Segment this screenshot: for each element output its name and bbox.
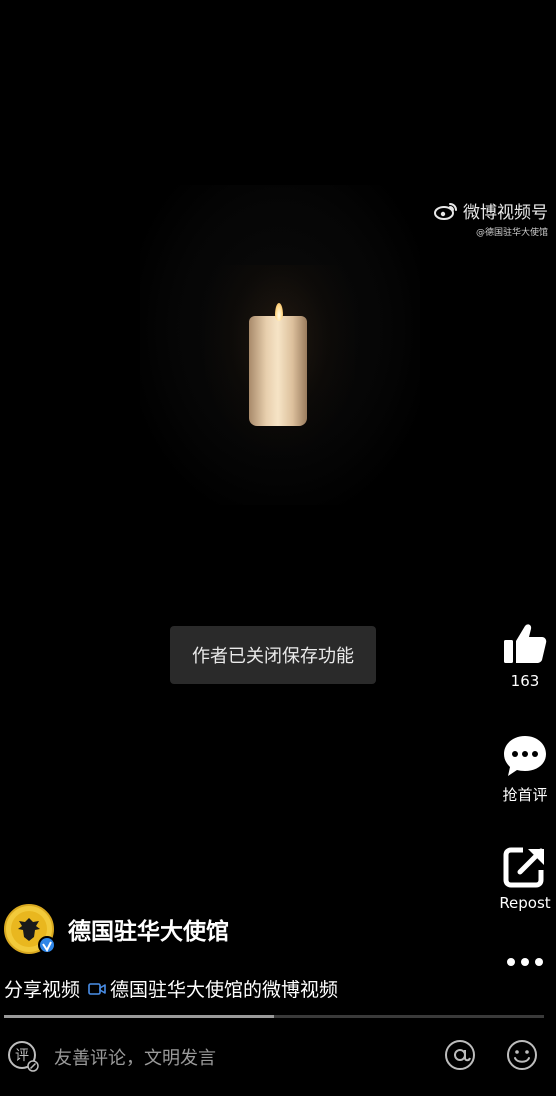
author-row[interactable]: 德国驻华大使馆 [4,904,229,954]
comment-input[interactable]: 友善评论，文明发言 [54,1044,216,1070]
video-title: 德国驻华大使馆的微博视频 [110,979,339,1001]
watermark-title: 微博视频号 [463,203,548,223]
candle [249,316,307,426]
like-count: 163 [510,672,540,690]
share-arrow-icon [503,847,544,888]
video-camera-icon [88,982,106,995]
video-player[interactable] [0,0,556,1010]
candle-flame [275,303,283,321]
verified-badge-icon [38,936,56,954]
weibo-watermark: 微博视频号 @德国驻华大使馆 [433,198,548,238]
speech-bubble-icon [504,736,546,776]
progress-fill [4,1015,274,1018]
author-name[interactable]: 德国驻华大使馆 [68,912,229,946]
weibo-logo-icon [434,202,457,220]
video-link[interactable]: 德国驻华大使馆的微博视频 [88,975,338,1002]
toast-message: 作者已关闭保存功能 [170,626,376,684]
repost-button[interactable]: Repost [499,846,551,912]
comment-button[interactable]: 抢首评 [502,734,548,805]
more-dots-icon [507,958,543,966]
avatar[interactable] [4,904,56,954]
comment-bar: 评 友善评论，文明发言 [0,1022,556,1096]
comment-label: 抢首评 [502,786,548,804]
caption-prefix: 分享视频 [4,979,81,1001]
repost-label: Repost [499,894,551,912]
video-caption: 分享视频 德国驻华大使馆的微博视频 [4,975,338,1002]
like-button[interactable]: 163 [502,620,548,690]
more-button[interactable] [502,956,548,968]
emoji-icon[interactable] [505,1038,539,1072]
watermark-subtitle: @德国驻华大使馆 [475,228,548,238]
thumbs-up-icon [504,624,547,663]
comment-edit-icon[interactable]: 评 [6,1039,40,1073]
svg-text:评: 评 [15,1048,29,1064]
video-progress-bar[interactable] [4,1015,544,1018]
at-sign-icon[interactable] [443,1038,477,1072]
